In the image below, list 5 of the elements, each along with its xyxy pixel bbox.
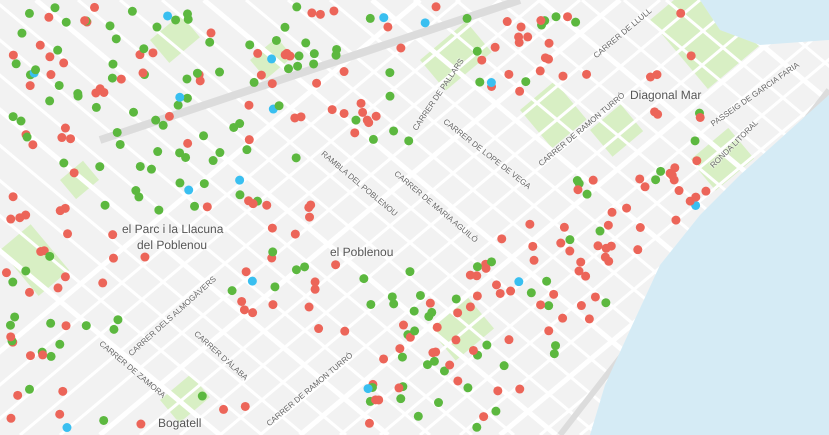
place-label: del Poblenou xyxy=(137,237,208,254)
place-label: el Parc i la Llacuna xyxy=(122,221,224,238)
place-label: el Poblenou xyxy=(330,244,394,261)
place-label: Bogatell xyxy=(158,415,202,432)
place-label: Diagonal Mar xyxy=(630,87,702,104)
